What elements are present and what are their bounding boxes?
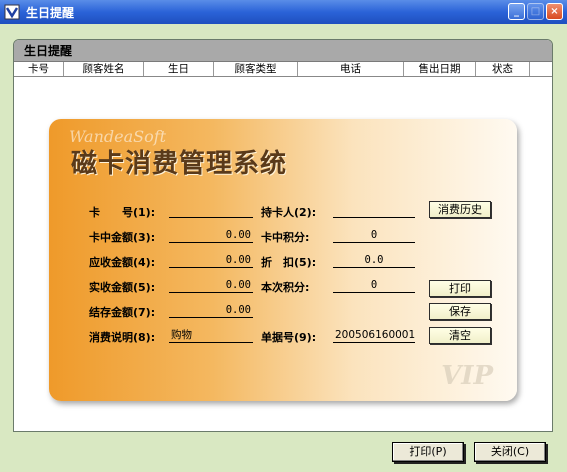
discount-label: 折 扣(5): — [261, 256, 317, 269]
column-header-customer-type[interactable]: 顾客类型 — [214, 62, 298, 76]
balance-field[interactable]: 0.00 — [169, 304, 253, 318]
maximize-icon: □ — [530, 6, 541, 17]
save-button[interactable]: 保存 — [429, 303, 491, 320]
minimize-button[interactable]: _ — [508, 3, 525, 20]
column-header-sold-date[interactable]: 售出日期 — [404, 62, 476, 76]
this-points-label: 本次积分: — [261, 281, 310, 294]
column-header-status[interactable]: 状态 — [476, 62, 530, 76]
receivable-label: 应收金额(4): — [89, 256, 156, 269]
card-points-label: 卡中积分: — [261, 231, 310, 244]
vip-logo: VIP — [441, 361, 493, 391]
footer-close-button[interactable]: 关闭(C) — [474, 442, 546, 462]
birthday-panel: 生日提醒 卡号 顾客姓名 生日 顾客类型 电话 售出日期 状态 WandeaSo… — [13, 39, 553, 432]
holder-field[interactable] — [333, 204, 415, 218]
card-title: 磁卡消费管理系统 — [71, 149, 288, 179]
note-label: 消费说明(8): — [89, 331, 156, 344]
close-icon: × — [550, 6, 559, 17]
balance-label: 结存金额(7): — [89, 306, 156, 319]
history-button[interactable]: 消费历史 — [429, 201, 491, 218]
panel-header: 生日提醒 — [14, 40, 552, 62]
card-no-field[interactable] — [169, 204, 253, 218]
print-button[interactable]: 打印 — [429, 280, 491, 297]
grid-header: 卡号 顾客姓名 生日 顾客类型 电话 售出日期 状态 — [14, 62, 552, 77]
receivable-field[interactable]: 0.00 — [169, 254, 253, 268]
app-icon — [4, 4, 20, 20]
card-amount-field[interactable]: 0.00 — [169, 229, 253, 243]
paid-field[interactable]: 0.00 — [169, 279, 253, 293]
column-header-customer-name[interactable]: 顾客姓名 — [64, 62, 144, 76]
receipt-field[interactable]: 200506160001 — [333, 329, 415, 343]
discount-field[interactable]: 0.0 — [333, 254, 415, 268]
holder-label: 持卡人(2): — [261, 206, 317, 219]
card-image: WandeaSoft 磁卡消费管理系统 卡 号(1): 持卡人(2): 消费历史… — [49, 119, 517, 401]
paid-label: 实收金额(5): — [89, 281, 156, 294]
card-no-label: 卡 号(1): — [89, 206, 156, 219]
window-titlebar: 生日提醒 _ □ × — [0, 0, 567, 24]
note-field[interactable]: 购物 — [169, 329, 253, 343]
close-window-button[interactable]: × — [546, 3, 563, 20]
card-amount-label: 卡中金额(3): — [89, 231, 156, 244]
clear-button[interactable]: 清空 — [429, 327, 491, 344]
minimize-icon: _ — [514, 6, 519, 17]
card-points-field[interactable]: 0 — [333, 229, 415, 243]
window-title: 生日提醒 — [26, 5, 75, 20]
maximize-button: □ — [527, 3, 544, 20]
column-header-card-no[interactable]: 卡号 — [14, 62, 64, 76]
column-header-birthday[interactable]: 生日 — [144, 62, 214, 76]
this-points-field[interactable]: 0 — [333, 279, 415, 293]
footer-print-button[interactable]: 打印(P) — [392, 442, 464, 462]
column-header-phone[interactable]: 电话 — [298, 62, 404, 76]
receipt-label: 单据号(9): — [261, 331, 317, 344]
